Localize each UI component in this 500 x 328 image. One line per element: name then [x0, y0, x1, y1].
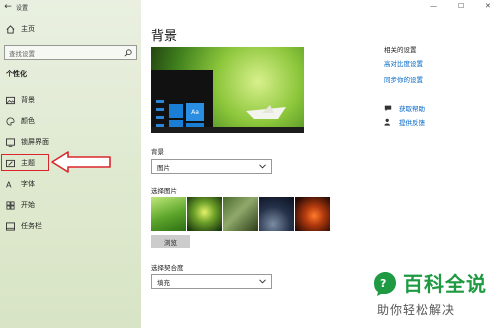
search-placeholder: 查找设置 — [9, 49, 35, 58]
sidebar-item-background[interactable]: 背景 — [6, 94, 35, 106]
sidebar-item-colors[interactable]: 颜色 — [6, 115, 35, 127]
preview-tile — [169, 104, 183, 118]
sidebar-item-lock-screen[interactable]: 锁屏界面 — [6, 136, 49, 148]
sidebar-item-label: 背景 — [21, 96, 35, 104]
sidebar-item-label: 锁屏界面 — [21, 138, 49, 146]
picture-thumbnails — [151, 197, 331, 231]
palette-icon — [6, 116, 15, 126]
sidebar-item-label: 开始 — [21, 201, 35, 209]
title-bar: ← 设置 — [0, 0, 141, 14]
sidebar-item-label: 任务栏 — [21, 222, 42, 230]
choose-picture-label: 选择图片 — [151, 187, 177, 195]
paper-boat-icon — [246, 105, 286, 119]
chevron-down-icon — [259, 164, 266, 169]
fit-dropdown[interactable]: 填充 — [151, 274, 272, 289]
picture-thumbnail[interactable] — [151, 197, 186, 231]
picture-thumbnail[interactable] — [223, 197, 258, 231]
background-dropdown[interactable]: 图片 — [151, 159, 272, 174]
home-label: 主页 — [21, 25, 35, 33]
font-icon: A — [6, 180, 12, 189]
maximize-icon[interactable]: ☐ — [458, 2, 464, 10]
browse-button[interactable]: 浏览 — [151, 235, 190, 248]
svg-text:A: A — [6, 180, 12, 189]
section-title: 个性化 — [6, 70, 27, 78]
minimize-icon[interactable]: — — [430, 2, 437, 10]
watermark-subtitle: 助你轻松解决 — [377, 303, 456, 317]
page-title: 背景 — [151, 29, 178, 44]
annotation-arrow-icon — [51, 151, 111, 173]
sidebar-item-label: 颜色 — [21, 117, 35, 125]
watermark: ? 百科全说 助你轻松解决 — [371, 268, 499, 318]
chevron-down-icon — [259, 279, 266, 284]
sidebar-item-taskbar[interactable]: 任务栏 — [6, 220, 42, 232]
home-link[interactable]: 主页 — [6, 24, 35, 34]
preview-aa-tile: Aa — [186, 103, 204, 121]
background-preview: Aa — [151, 47, 304, 133]
search-icon — [124, 48, 132, 56]
get-help-link[interactable]: 获取帮助 — [384, 103, 425, 113]
sidebar-item-start[interactable]: 开始 — [6, 199, 35, 211]
related-settings-heading: 相关的设置 — [384, 46, 417, 54]
preview-window: Aa — [151, 70, 213, 133]
home-icon — [6, 24, 15, 34]
search-input[interactable]: 查找设置 — [4, 45, 137, 60]
picture-icon — [6, 96, 15, 104]
sidebar-item-label: 字体 — [21, 180, 35, 188]
highlight-box — [1, 154, 49, 171]
background-label: 背景 — [151, 148, 164, 156]
preview-taskbar — [151, 127, 304, 133]
picture-thumbnail[interactable] — [187, 197, 222, 231]
feedback-label: 提供反馈 — [399, 119, 425, 127]
taskbar-icon — [6, 221, 15, 231]
svg-text:?: ? — [380, 277, 386, 290]
sync-settings-link[interactable]: 同步你的设置 — [384, 74, 423, 84]
fit-dropdown-value: 填充 — [157, 278, 170, 287]
watermark-logo-icon: ? — [374, 271, 396, 296]
feedback-link[interactable]: 提供反馈 — [384, 117, 425, 127]
fit-label: 选择契合度 — [151, 264, 184, 272]
picture-thumbnail[interactable] — [259, 197, 294, 231]
sidebar-item-fonts[interactable]: A 字体 — [6, 178, 35, 190]
watermark-title: 百科全说 — [403, 272, 487, 296]
get-help-label: 获取帮助 — [399, 105, 425, 113]
person-feedback-icon — [384, 118, 390, 126]
background-dropdown-value: 图片 — [157, 163, 170, 172]
back-arrow-icon[interactable]: ← — [0, 2, 16, 12]
close-icon[interactable]: ✕ — [485, 2, 491, 10]
lock-screen-icon — [6, 137, 15, 147]
high-contrast-link[interactable]: 高对比度设置 — [384, 58, 423, 68]
start-icon — [6, 200, 15, 210]
app-title: 设置 — [16, 4, 29, 12]
chat-bubble-icon — [384, 105, 392, 112]
picture-thumbnail[interactable] — [295, 197, 330, 231]
